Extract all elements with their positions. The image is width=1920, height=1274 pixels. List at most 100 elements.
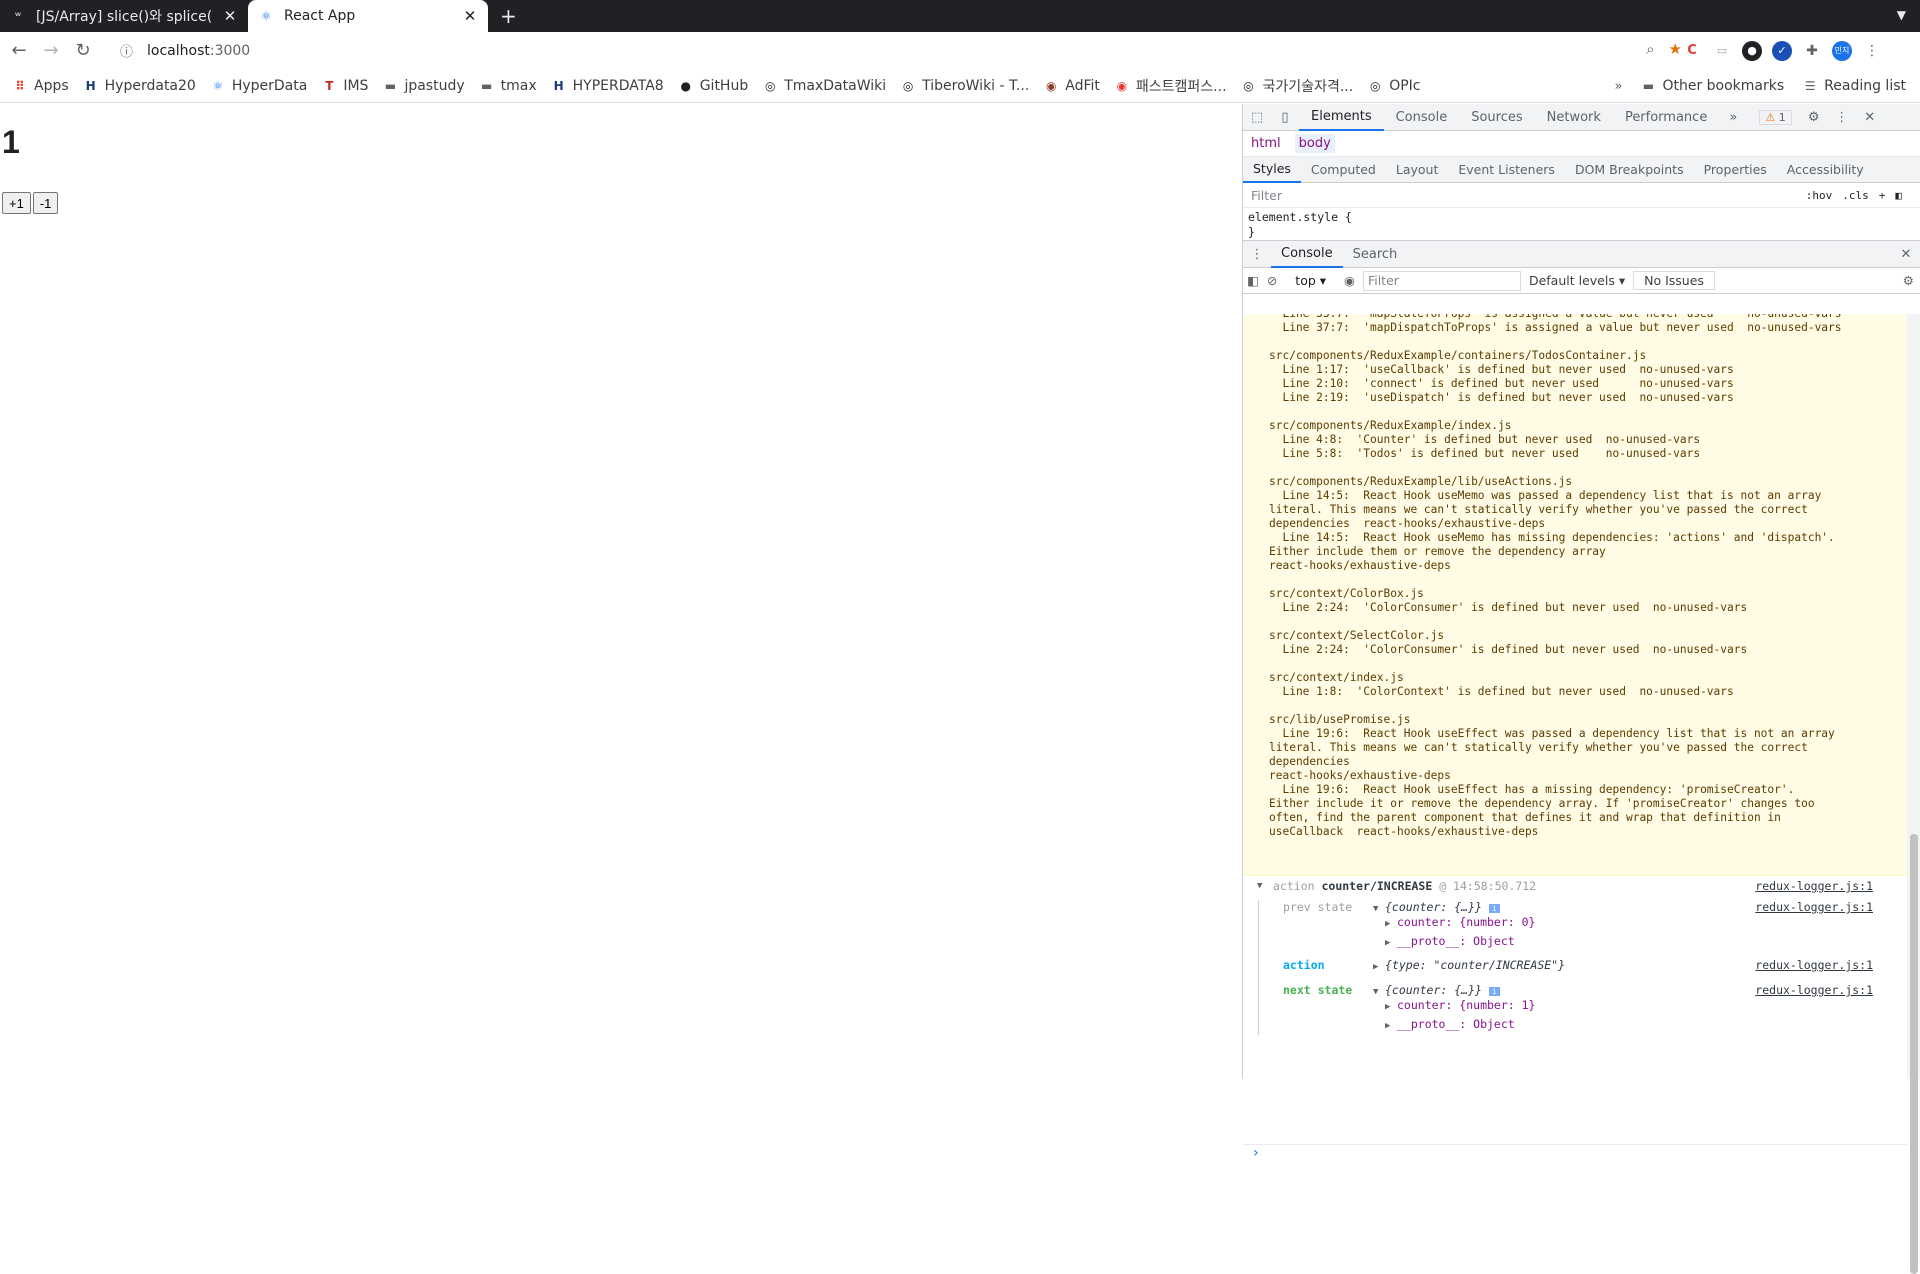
bookmark-github[interactable]: ● GitHub (678, 78, 748, 94)
device-toolbar-icon[interactable]: ▯ (1271, 110, 1299, 125)
breadcrumb-html[interactable]: html (1251, 136, 1281, 151)
expand-triangle-icon[interactable]: ▶ (1373, 962, 1385, 972)
live-expression-eye-icon[interactable]: ◉ (1344, 273, 1355, 288)
subtab-event-listeners[interactable]: Event Listeners (1448, 157, 1565, 183)
reading-list[interactable]: ☰ Reading list (1802, 78, 1906, 94)
reload-icon[interactable]: ↻ (70, 40, 96, 61)
more-tabs-icon[interactable]: » (1719, 110, 1747, 125)
breadcrumb-body[interactable]: body (1294, 134, 1335, 153)
browser-tab-article[interactable]: ʷ [JS/Array] slice()와 splice( ✕ (0, 0, 248, 32)
bookmark-label: Reading list (1824, 78, 1906, 94)
bookmark-tmaxdatawiki[interactable]: ◎ TmaxDataWiki (762, 78, 886, 94)
subtab-accessibility[interactable]: Accessibility (1777, 157, 1874, 183)
menu-kebab-icon[interactable]: ⋮ (1862, 40, 1882, 61)
log-levels-dropdown[interactable]: Default levels ▾ (1529, 273, 1625, 288)
extensions-puzzle-icon[interactable]: ✚ (1802, 40, 1822, 61)
expand-triangle-icon[interactable]: ▼ (1373, 904, 1385, 914)
more-bookmarks-icon[interactable]: » (1614, 79, 1622, 94)
close-devtools-icon[interactable]: ✕ (1856, 110, 1884, 125)
expand-triangle-icon[interactable]: ▶ (1385, 999, 1397, 1016)
browser-tab-react-app[interactable]: ⚛ React App ✕ (248, 0, 488, 32)
issues-button[interactable]: No Issues (1633, 271, 1715, 290)
sidebar-toggle-icon[interactable]: ◧ (1895, 189, 1902, 202)
expand-triangle-icon[interactable]: ▼ (1257, 881, 1269, 891)
bookmark-fastcampus[interactable]: ◉ 패스트캠퍼스... (1114, 76, 1227, 96)
bookmark-tmax[interactable]: ▬ tmax (479, 78, 537, 94)
extension-cast-icon[interactable]: ▭ (1712, 40, 1732, 61)
styles-filter-input[interactable]: Filter (1251, 188, 1282, 203)
tab-search-icon[interactable]: ▼ (1897, 8, 1906, 22)
source-link[interactable]: redux-logger.js:1 (1755, 958, 1873, 972)
bookmark-adfit[interactable]: ◉ AdFit (1043, 78, 1100, 94)
console-scrollbar[interactable] (1907, 314, 1920, 1274)
extension-red-icon[interactable]: ● (1742, 40, 1762, 61)
decrement-button[interactable]: -1 (32, 192, 59, 214)
context-selector[interactable]: top ▾ (1295, 273, 1326, 288)
close-icon[interactable]: ✕ (462, 7, 478, 25)
new-rule-icon[interactable]: + (1879, 189, 1886, 202)
expand-triangle-icon[interactable]: ▶ (1385, 935, 1397, 952)
close-icon[interactable]: ✕ (222, 7, 238, 25)
forward-icon[interactable]: → (38, 40, 64, 61)
bookmark-jpastudy[interactable]: ▬ jpastudy (382, 78, 465, 94)
subtab-computed[interactable]: Computed (1301, 157, 1386, 183)
source-link[interactable]: redux-logger.js:1 (1755, 983, 1873, 997)
expand-triangle-icon[interactable]: ▶ (1385, 1018, 1397, 1035)
bookmark-label: OPIc (1389, 77, 1421, 94)
clear-console-icon[interactable]: ⊘ (1267, 273, 1277, 288)
site-info-icon[interactable]: ⓘ (120, 41, 133, 60)
console-sidebar-icon[interactable]: ◧ (1247, 273, 1259, 288)
close-drawer-icon[interactable]: ✕ (1892, 247, 1920, 262)
cls-toggle[interactable]: .cls (1842, 189, 1869, 202)
react-icon: ⚛ (212, 78, 224, 93)
tab-elements[interactable]: Elements (1299, 104, 1384, 131)
other-bookmarks[interactable]: ▬ Other bookmarks (1640, 78, 1784, 94)
settings-gear-icon[interactable]: ⚙ (1800, 110, 1828, 125)
tab-network[interactable]: Network (1535, 104, 1613, 131)
tab-performance[interactable]: Performance (1613, 104, 1719, 131)
bookmark-tiberowiki[interactable]: ◎ TiberoWiki - T... (900, 78, 1029, 94)
console-filter-input[interactable]: Filter (1362, 270, 1521, 291)
extension-c-icon[interactable]: C (1682, 40, 1702, 61)
bookmark-opic[interactable]: ◎ OPIc (1367, 77, 1421, 94)
bookmark-label: Other bookmarks (1662, 78, 1785, 94)
inspect-element-icon[interactable]: ⬚ (1243, 110, 1271, 125)
counter-buttons: +1 -1 (2, 192, 59, 214)
increment-button[interactable]: +1 (2, 192, 31, 214)
source-link[interactable]: redux-logger.js:1 (1755, 879, 1873, 893)
expand-triangle-icon[interactable]: ▶ (1385, 916, 1397, 933)
console-prompt[interactable]: › (1243, 1144, 1907, 1164)
address-bar[interactable]: ⓘ localhost:3000 ⌕ ★ (112, 36, 1682, 65)
warning-badge[interactable]: ⚠ 1 (1759, 109, 1792, 125)
source-link[interactable]: redux-logger.js:1 (1755, 900, 1873, 914)
new-tab-button[interactable]: + (488, 0, 529, 32)
customize-kebab-icon[interactable]: ⋮ (1828, 110, 1856, 125)
bookmark-ims[interactable]: T IMS (321, 78, 368, 94)
tab-console[interactable]: Console (1384, 104, 1460, 131)
console-settings-icon[interactable]: ⚙ (1903, 273, 1914, 288)
drawer-menu-icon[interactable]: ⋮ (1243, 247, 1271, 262)
subtab-layout[interactable]: Layout (1386, 157, 1449, 183)
drawer-tab-console[interactable]: Console (1271, 241, 1343, 268)
bookmark-star-icon[interactable]: ★ (1669, 40, 1682, 58)
element-style-rule[interactable]: element.style { } (1243, 208, 1920, 241)
bookmark-hyperdata20[interactable]: H Hyperdata20 (83, 78, 196, 94)
subtab-dom-breakpoints[interactable]: DOM Breakpoints (1565, 157, 1694, 183)
bookmark-hyperdata[interactable]: ⚛ HyperData (210, 78, 307, 94)
expand-triangle-icon[interactable]: ▼ (1373, 987, 1385, 997)
tab-sources[interactable]: Sources (1459, 104, 1534, 131)
bookmark-apps[interactable]: ⠿ Apps (12, 78, 68, 94)
zoom-icon[interactable]: ⌕ (1646, 40, 1654, 58)
bookmark-hyperdata8[interactable]: H HYPERDATA8 (551, 78, 664, 94)
extension-check-icon[interactable]: ✓ (1772, 40, 1792, 61)
action-group-header[interactable]: ▼ action counter/INCREASE @ 14:58:50.712… (1243, 876, 1907, 896)
bookmark-national-cert[interactable]: ◎ 국가기술자격... (1241, 76, 1353, 96)
drawer-tab-search[interactable]: Search (1343, 241, 1408, 268)
subtab-properties[interactable]: Properties (1694, 157, 1777, 183)
subtab-styles[interactable]: Styles (1243, 157, 1301, 183)
warning-icon: ⚠ (1765, 110, 1776, 124)
profile-avatar[interactable]: 민지 (1832, 40, 1852, 61)
hov-toggle[interactable]: :hov (1806, 189, 1833, 202)
back-icon[interactable]: ← (6, 40, 32, 61)
scrollbar-thumb[interactable] (1910, 834, 1918, 1274)
